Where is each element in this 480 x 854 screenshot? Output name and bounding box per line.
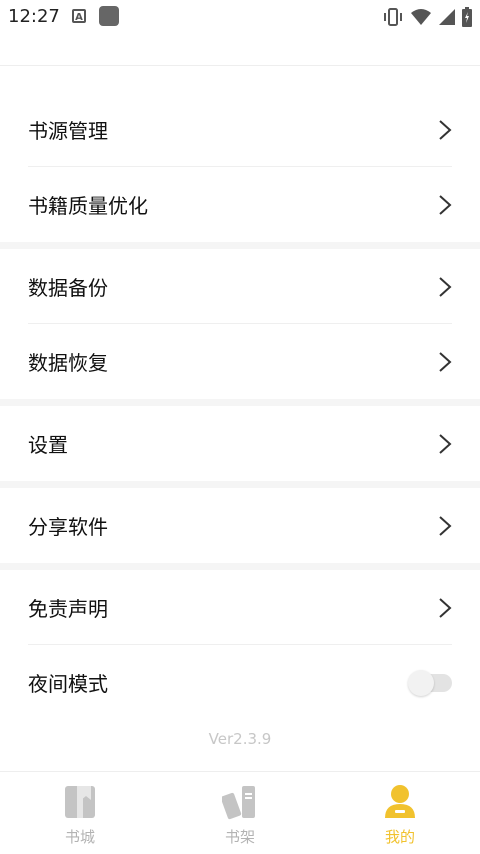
menu-label: 分享软件 bbox=[28, 515, 108, 539]
status-bar: 12:27 A bbox=[0, 0, 480, 34]
chevron-right-icon bbox=[439, 276, 452, 297]
menu-book-source[interactable]: 书源管理 bbox=[0, 92, 480, 167]
section-gap bbox=[0, 399, 480, 406]
menu-label: 书源管理 bbox=[28, 119, 108, 143]
menu-label: 夜间模式 bbox=[28, 672, 108, 696]
tab-bookstore[interactable]: 书城 bbox=[0, 772, 160, 854]
tab-bookshelf[interactable]: 书架 bbox=[160, 772, 320, 854]
app-notification-icon bbox=[99, 6, 119, 26]
profile-icon bbox=[385, 785, 415, 818]
menu-disclaimer[interactable]: 免责声明 bbox=[0, 570, 480, 645]
settings-menu: 书源管理 书籍质量优化 数据备份 数据恢复 设置 分享软件 免责声明 夜间模式 bbox=[0, 92, 480, 720]
vibrate-icon bbox=[384, 8, 402, 26]
bookshelf-icon bbox=[222, 786, 255, 820]
menu-share-app[interactable]: 分享软件 bbox=[0, 488, 480, 563]
version-text: Ver2.3.9 bbox=[208, 730, 272, 748]
tab-label: 书城 bbox=[64, 828, 95, 846]
a-notification-icon: A bbox=[72, 9, 86, 23]
menu-settings[interactable]: 设置 bbox=[0, 406, 480, 481]
menu-data-restore[interactable]: 数据恢复 bbox=[0, 324, 480, 399]
wifi-icon bbox=[411, 9, 431, 25]
header-area bbox=[0, 34, 480, 66]
toggle-knob bbox=[408, 669, 434, 696]
chevron-right-icon bbox=[439, 119, 452, 140]
chevron-right-icon bbox=[439, 433, 452, 454]
chevron-right-icon bbox=[439, 351, 452, 372]
section-gap bbox=[0, 242, 480, 249]
bottom-tab-bar: 书城 书架 我的 bbox=[0, 771, 480, 854]
menu-label: 免责声明 bbox=[28, 597, 108, 621]
menu-label: 数据备份 bbox=[28, 276, 108, 300]
tab-label: 我的 bbox=[384, 828, 415, 846]
tab-label: 书架 bbox=[224, 828, 255, 846]
bookstore-icon bbox=[65, 786, 95, 818]
menu-data-backup[interactable]: 数据备份 bbox=[0, 249, 480, 324]
menu-label: 书籍质量优化 bbox=[28, 194, 148, 218]
signal-icon bbox=[439, 9, 455, 25]
night-mode-toggle[interactable] bbox=[408, 669, 452, 696]
status-icons bbox=[382, 6, 472, 28]
chevron-right-icon bbox=[439, 597, 452, 618]
tab-mine[interactable]: 我的 bbox=[320, 772, 480, 854]
status-time: 12:27 bbox=[8, 6, 60, 27]
chevron-right-icon bbox=[439, 194, 452, 215]
section-gap bbox=[0, 563, 480, 570]
chevron-right-icon bbox=[439, 515, 452, 536]
battery-icon bbox=[462, 7, 472, 27]
menu-night-mode: 夜间模式 bbox=[0, 645, 480, 720]
section-gap bbox=[0, 481, 480, 488]
menu-label: 设置 bbox=[28, 433, 68, 457]
menu-label: 数据恢复 bbox=[28, 351, 108, 375]
menu-book-quality[interactable]: 书籍质量优化 bbox=[0, 167, 480, 242]
